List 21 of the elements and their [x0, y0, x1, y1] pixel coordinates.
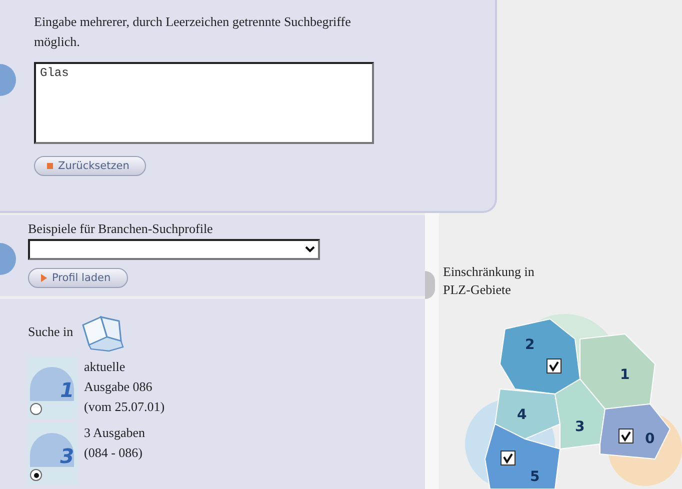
region-number: 1 — [620, 367, 630, 383]
profile-label: Beispiele für Branchen-Suchprofile — [28, 221, 214, 237]
option-text: (vom 25.07.01) — [84, 398, 166, 416]
search-hint: Eingabe mehrerer, durch Leerzeichen getrennte Suchbegriffe möglich. — [34, 13, 352, 51]
region-number: 4 — [517, 407, 527, 423]
option-text: Ausgabe 086 — [84, 378, 154, 396]
plz-title: Einschränkung in — [443, 263, 534, 281]
search-field[interactable]: Glas — [34, 62, 374, 144]
number-badge: 1 — [30, 367, 74, 401]
region-number: 2 — [525, 337, 535, 353]
load-profile-button[interactable]: Profil laden — [28, 268, 128, 288]
option-text: (084 - 086) — [84, 444, 144, 462]
region-number: 3 — [575, 419, 585, 435]
region-number: 5 — [530, 469, 540, 485]
option-text: 3 Ausgaben — [84, 424, 146, 442]
reset-button[interactable]: Zurücksetzen — [34, 156, 146, 176]
option-text: aktuelle — [84, 358, 126, 376]
scope-label: Suche in — [28, 324, 74, 340]
region-number: 0 — [645, 431, 655, 447]
number-badge: 3 — [30, 433, 74, 467]
plz-title: PLZ-Gebiete — [443, 281, 512, 299]
